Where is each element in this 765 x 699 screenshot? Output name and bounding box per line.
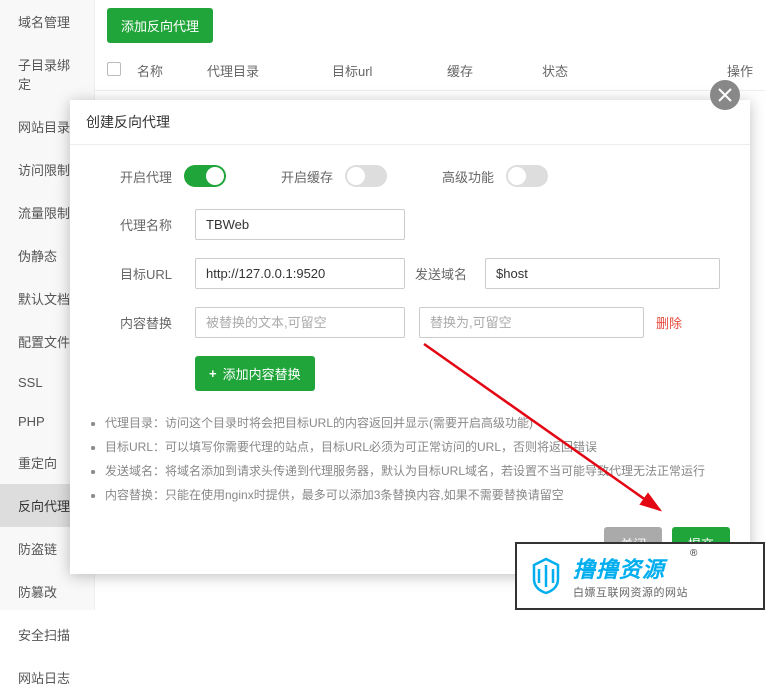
proxy-name-label: 代理名称 xyxy=(120,215,185,234)
col-status: 状态 xyxy=(542,61,722,80)
create-reverse-proxy-modal: 创建反向代理 开启代理 开启缓存 高级功能 代理名称 目标URL xyxy=(70,100,750,574)
close-icon[interactable] xyxy=(710,80,740,110)
watermark: 撸撸资源 白嫖互联网资源的网站 ® xyxy=(515,542,765,610)
delete-replace-button[interactable]: 删除 xyxy=(656,313,682,332)
modal-title: 创建反向代理 xyxy=(70,100,750,145)
sidebar-item-13[interactable]: 防篡改 xyxy=(0,570,94,613)
col-ops: 操作 xyxy=(722,61,753,80)
main-content: 添加反向代理 名称 代理目录 目标url 缓存 状态 操作 xyxy=(95,0,765,91)
replace-to-input[interactable] xyxy=(419,307,644,338)
add-reverse-proxy-button[interactable]: 添加反向代理 xyxy=(107,8,213,43)
help-list: 代理目录：访问这个目录时将会把目标URL的内容返回并显示(需要开启高级功能)目标… xyxy=(70,401,750,517)
help-item-0: 代理目录：访问这个目录时将会把目标URL的内容返回并显示(需要开启高级功能) xyxy=(105,411,730,435)
sidebar-item-15[interactable]: 网站日志 xyxy=(0,656,94,699)
help-item-2: 发送域名：将域名添加到请求头传递到代理服务器，默认为目标URL域名，若设置不当可… xyxy=(105,459,730,483)
send-domain-label: 发送域名 xyxy=(415,264,475,283)
watermark-title: 撸撸资源 xyxy=(573,552,688,584)
sidebar-item-14[interactable]: 安全扫描 xyxy=(0,613,94,656)
target-url-input[interactable] xyxy=(195,258,405,289)
col-name: 名称 xyxy=(137,61,207,80)
watermark-subtitle: 白嫖互联网资源的网站 xyxy=(573,584,688,600)
content-replace-label: 内容替换 xyxy=(120,313,185,332)
watermark-r-icon: ® xyxy=(690,548,697,559)
col-cache: 缓存 xyxy=(447,61,542,80)
toggle-proxy[interactable] xyxy=(184,165,226,187)
table-header: 名称 代理目录 目标url 缓存 状态 操作 xyxy=(95,51,765,91)
toggle-cache-label: 开启缓存 xyxy=(281,167,333,186)
sidebar-item-1[interactable]: 子目录绑定 xyxy=(0,43,94,105)
col-dir: 代理目录 xyxy=(207,61,332,80)
replace-from-input[interactable] xyxy=(195,307,405,338)
toggle-proxy-label: 开启代理 xyxy=(120,167,172,186)
col-url: 目标url xyxy=(332,61,447,80)
toggle-cache[interactable] xyxy=(345,165,387,187)
add-content-replace-button[interactable]: + 添加内容替换 xyxy=(195,356,315,391)
help-item-3: 内容替换：只能在使用nginx时提供，最多可以添加3条替换内容,如果不需要替换请… xyxy=(105,483,730,507)
target-url-label: 目标URL xyxy=(120,264,185,283)
sidebar-item-0[interactable]: 域名管理 xyxy=(0,0,94,43)
help-item-1: 目标URL：可以填写你需要代理的站点，目标URL必须为可正常访问的URL，否则将… xyxy=(105,435,730,459)
watermark-logo-icon xyxy=(525,555,567,597)
proxy-name-input[interactable] xyxy=(195,209,405,240)
toggle-advanced[interactable] xyxy=(506,165,548,187)
plus-icon: + xyxy=(209,366,217,381)
select-all-checkbox[interactable] xyxy=(107,62,121,76)
send-domain-input[interactable] xyxy=(485,258,720,289)
toggle-advanced-label: 高级功能 xyxy=(442,167,494,186)
